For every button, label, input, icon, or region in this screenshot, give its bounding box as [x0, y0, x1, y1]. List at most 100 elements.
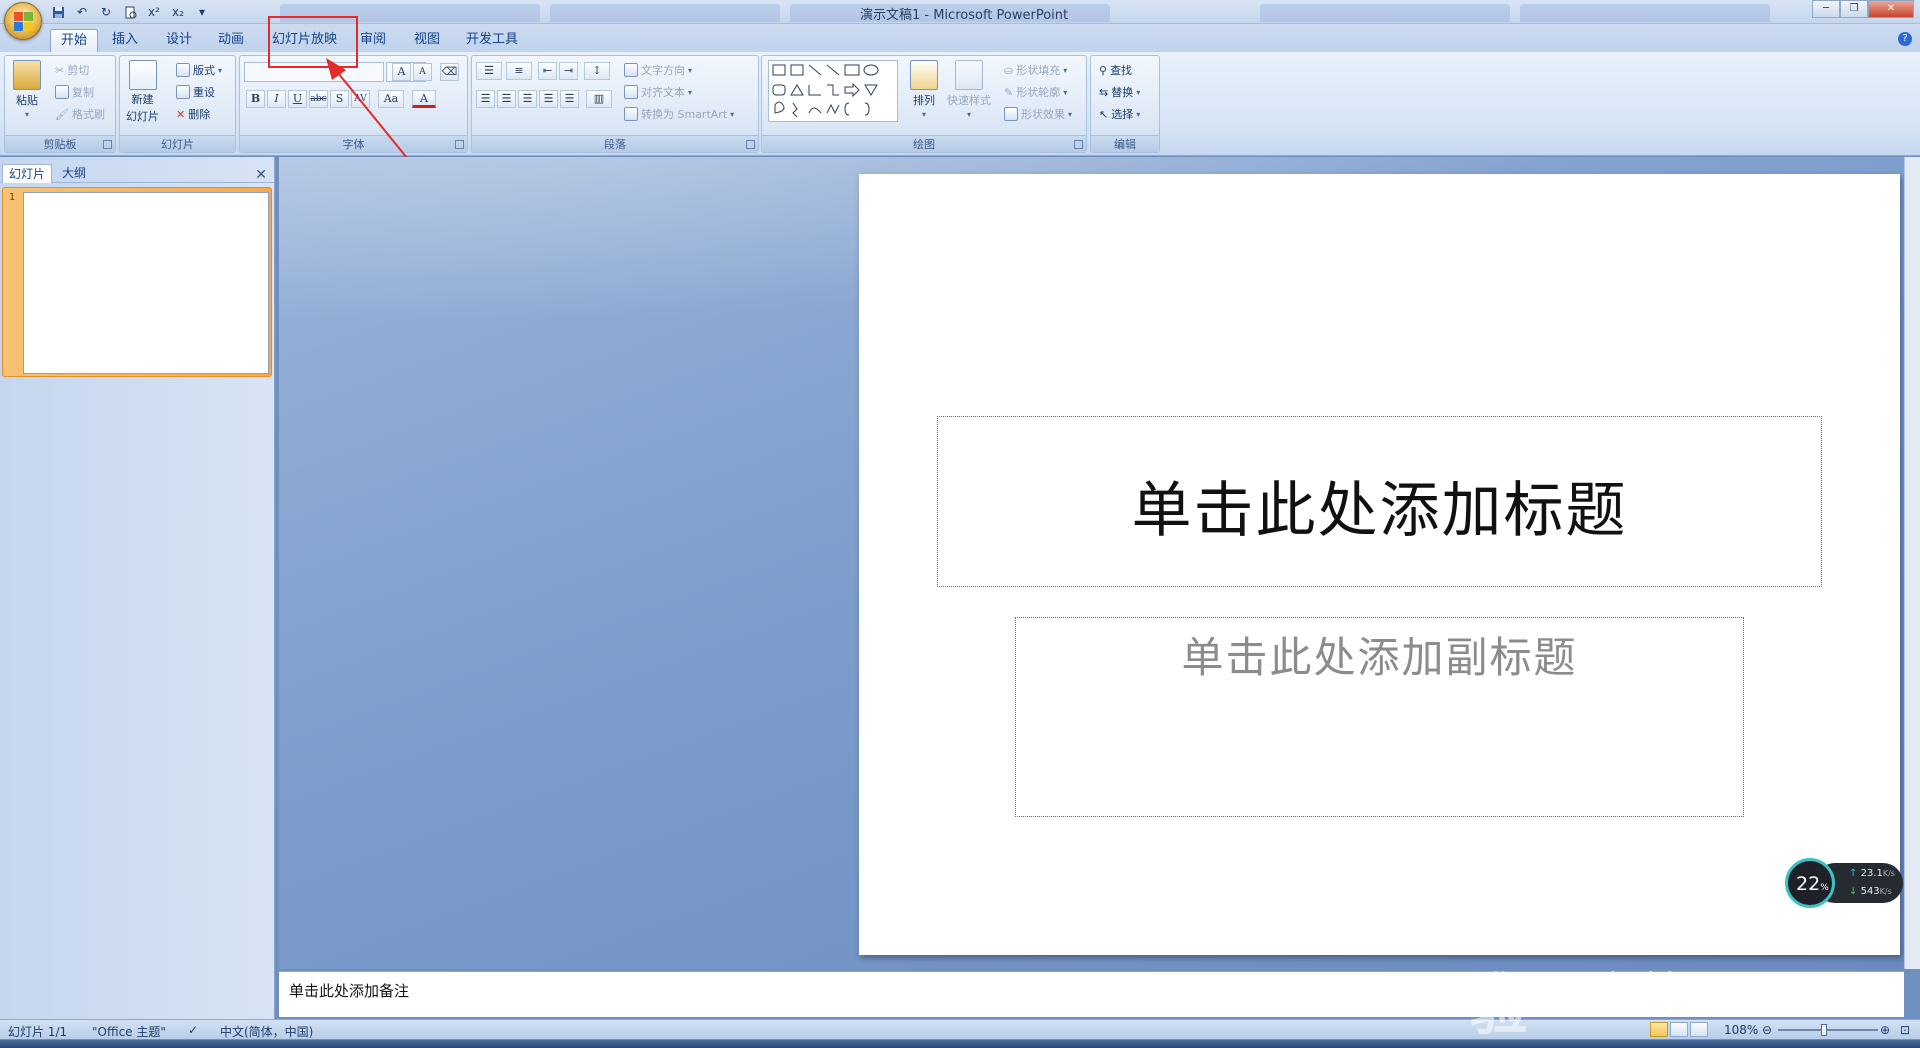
- slide-sorter-button[interactable]: [1670, 1022, 1688, 1037]
- tab-developer[interactable]: 开发工具: [456, 29, 528, 52]
- reset-button[interactable]: 重设: [176, 84, 215, 100]
- superscript-icon[interactable]: x²: [144, 3, 164, 21]
- select-label: 选择: [1111, 108, 1134, 121]
- select-button[interactable]: ↖ 选择 ▾: [1099, 106, 1140, 122]
- layout-button[interactable]: 版式 ▾: [176, 62, 222, 78]
- smartart-label: 转换为 SmartArt: [641, 108, 728, 121]
- find-button[interactable]: ⚲ 查找: [1099, 62, 1132, 78]
- help-icon[interactable]: ?: [1898, 32, 1912, 46]
- format-painter-button[interactable]: 🖌 格式刷: [55, 106, 105, 122]
- effects-icon: [1004, 107, 1018, 121]
- subscript-icon[interactable]: x₂: [168, 3, 188, 21]
- zoom-in-icon[interactable]: ⊕: [1880, 1023, 1890, 1037]
- undo-icon[interactable]: ↶: [72, 3, 92, 21]
- maximize-button[interactable]: ❐: [1840, 0, 1868, 18]
- slide-editing-area: 单击此处添加标题 单击此处添加副标题: [279, 157, 1904, 969]
- find-label: 查找: [1110, 64, 1133, 77]
- italic-button[interactable]: I: [267, 90, 286, 108]
- spell-check-icon[interactable]: ✓: [188, 1023, 198, 1037]
- new-slide-label-2: 幻灯片: [126, 110, 159, 123]
- smartart-button[interactable]: 转换为 SmartArt ▾: [624, 106, 734, 122]
- arrange-button[interactable]: 排列 ▾: [910, 60, 938, 119]
- layout-icon: [176, 63, 190, 77]
- align-left-icon[interactable]: ☰: [476, 90, 495, 108]
- align-right-icon[interactable]: ☰: [518, 90, 537, 108]
- tab-animations[interactable]: 动画: [208, 29, 254, 52]
- paragraph-dialog-launcher[interactable]: [746, 140, 755, 149]
- bold-button[interactable]: B: [246, 90, 265, 108]
- copy-icon: [55, 85, 69, 99]
- shape-fill-button[interactable]: ⛀ 形状填充 ▾: [1004, 62, 1067, 78]
- fit-window-icon[interactable]: ⊡: [1900, 1023, 1910, 1037]
- replace-button[interactable]: ⇆ 替换 ▾: [1099, 84, 1140, 100]
- shapes-gallery[interactable]: [768, 60, 898, 122]
- tab-insert[interactable]: 插入: [102, 29, 148, 52]
- notes-pane[interactable]: 单击此处添加备注: [279, 971, 1904, 1017]
- print-preview-icon[interactable]: [120, 3, 140, 21]
- drawing-dialog-launcher[interactable]: [1074, 140, 1083, 149]
- title-placeholder[interactable]: 单击此处添加标题: [937, 416, 1822, 587]
- delete-slide-button[interactable]: ✕ 删除: [176, 106, 210, 122]
- align-center-icon[interactable]: ☰: [497, 90, 516, 108]
- align-text-button[interactable]: 对齐文本 ▾: [624, 84, 692, 100]
- copy-button[interactable]: 复制: [55, 84, 94, 100]
- minimize-button[interactable]: ─: [1812, 0, 1840, 18]
- slide-canvas[interactable]: 单击此处添加标题 单击此处添加副标题: [859, 174, 1900, 955]
- normal-view-button[interactable]: [1650, 1022, 1668, 1037]
- tab-slides[interactable]: 幻灯片: [2, 164, 53, 183]
- tab-outline[interactable]: 大纲: [56, 164, 92, 183]
- office-button[interactable]: [4, 2, 42, 40]
- paste-button[interactable]: 粘贴 ▾: [13, 60, 41, 119]
- close-button[interactable]: ✕: [1868, 0, 1914, 18]
- cut-button[interactable]: ✂ 剪切: [55, 62, 89, 78]
- vertical-scrollbar[interactable]: [1904, 157, 1920, 969]
- shape-effects-button[interactable]: 形状效果 ▾: [1004, 106, 1072, 122]
- network-speed-widget[interactable]: 22% ↑ 23.1K/s ↓ 543K/s: [1785, 858, 1903, 908]
- increase-indent-icon[interactable]: ⇥: [559, 62, 578, 80]
- cpu-gauge: 22%: [1785, 858, 1835, 908]
- zoom-slider[interactable]: [1778, 1029, 1878, 1031]
- text-direction-icon: [624, 63, 638, 77]
- clipboard-group-title: 剪贴板: [5, 135, 115, 152]
- arrange-label: 排列: [913, 94, 935, 107]
- slide-thumbnail[interactable]: [23, 192, 269, 374]
- editing-group: ⚲ 查找 ⇆ 替换 ▾ ↖ 选择 ▾ 编辑: [1090, 55, 1160, 153]
- clipboard-dialog-launcher[interactable]: [103, 140, 112, 149]
- smartart-icon: [624, 107, 638, 121]
- numbering-icon[interactable]: ≡: [506, 62, 532, 80]
- notes-placeholder: 单击此处添加备注: [289, 982, 410, 1000]
- cut-label: 剪切: [67, 64, 90, 77]
- subtitle-placeholder[interactable]: 单击此处添加副标题: [1015, 617, 1744, 817]
- text-direction-button[interactable]: 文字方向 ▾: [624, 62, 692, 78]
- customize-qat-icon[interactable]: ▾: [192, 3, 212, 21]
- zoom-slider-thumb[interactable]: [1821, 1024, 1827, 1036]
- tab-home[interactable]: 开始: [50, 29, 99, 52]
- language-indicator[interactable]: 中文(简体，中国): [220, 1023, 313, 1040]
- binoculars-icon: ⚲: [1099, 63, 1108, 77]
- underline-button[interactable]: U: [288, 90, 307, 108]
- zoom-out-icon[interactable]: ⊖: [1762, 1023, 1772, 1037]
- distributed-icon[interactable]: ☰: [560, 90, 579, 108]
- shape-outline-button[interactable]: ✎ 形状轮廓 ▾: [1004, 84, 1067, 100]
- cursor-icon: ↖: [1099, 107, 1109, 121]
- line-spacing-icon[interactable]: ↕: [584, 62, 610, 80]
- decrease-indent-icon[interactable]: ⇤: [538, 62, 557, 80]
- new-slide-button[interactable]: 新建 幻灯片: [126, 60, 159, 124]
- close-icon[interactable]: ✕: [255, 167, 267, 183]
- save-icon[interactable]: [48, 3, 68, 21]
- columns-icon[interactable]: ▥: [586, 90, 612, 108]
- zoom-level[interactable]: 108%: [1724, 1023, 1758, 1037]
- slide-thumbnail-selected[interactable]: 1: [2, 187, 272, 377]
- font-dialog-launcher[interactable]: [455, 140, 464, 149]
- slide-show-button[interactable]: [1690, 1022, 1708, 1037]
- theme-name: "Office 主题": [92, 1025, 166, 1039]
- tab-design[interactable]: 设计: [156, 29, 202, 52]
- bullets-icon[interactable]: ☰: [476, 62, 502, 80]
- quick-styles-button[interactable]: 快速样式 ▾: [947, 60, 991, 119]
- redo-icon[interactable]: ↻: [96, 3, 116, 21]
- slide-count: 幻灯片 1/1: [8, 1025, 68, 1039]
- tab-view[interactable]: 视图: [404, 29, 450, 52]
- delete-icon: ✕: [176, 107, 186, 121]
- justify-icon[interactable]: ☰: [539, 90, 558, 108]
- upload-speed: ↑ 23.1K/s: [1849, 868, 1895, 879]
